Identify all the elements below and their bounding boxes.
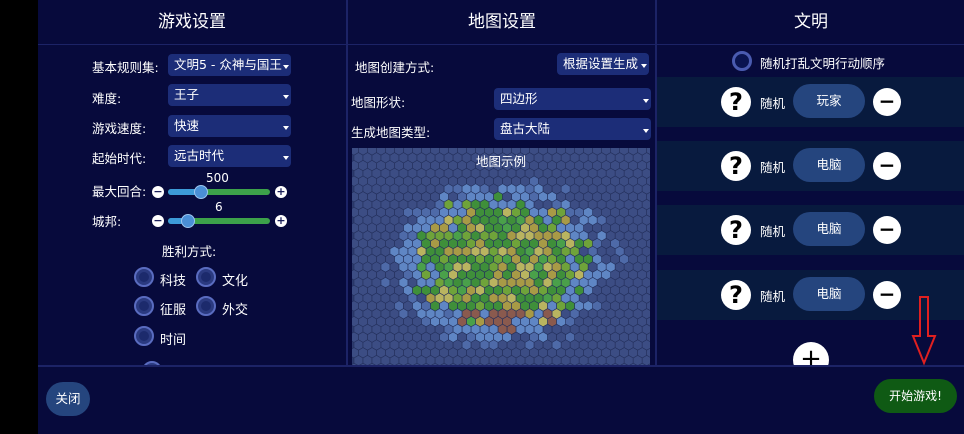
map-shape-select[interactable]: 四边形 [494,88,651,110]
max-turns-slider-handle[interactable] [194,185,208,199]
game-setup-screen: 游戏设置 地图设置 文明 基本规则集: 文明5 - 众神与国王 难度: 王子 游… [38,0,964,434]
player-type-button[interactable]: 电脑 [793,277,865,311]
civ-name: 随机 [760,160,786,175]
remove-player-button[interactable]: − [873,88,901,116]
map-type-value: 盘古大陆 [500,121,551,136]
victory-option-label: 征服 [160,303,187,318]
radio-icon [732,51,752,71]
civ-name: 随机 [760,224,786,239]
speed-label: 游戏速度: [92,121,147,136]
player-type-button[interactable]: 电脑 [793,148,865,182]
radio-icon [134,267,154,287]
game-settings-title: 游戏设置 [158,12,226,32]
ruleset-select[interactable]: 文明5 - 众神与国王 [168,54,291,76]
map-preview: 地图示例 [352,148,650,365]
player-type-button[interactable]: 玩家 [793,84,865,118]
radio-icon [196,267,216,287]
civ-row: ? 随机 电脑 − [657,141,964,191]
ruleset-label: 基本规则集: [92,60,159,75]
city-states-label: 城邦: [92,214,122,229]
question-mark-icon[interactable]: ? [721,87,751,117]
map-preview-hexes [352,148,650,365]
shuffle-civ-order-label: 随机打乱文明行动顺序 [760,56,886,71]
start-game-button[interactable]: 开始游戏! [874,379,957,413]
footer-bar: 关闭 开始游戏! [38,365,964,434]
era-label: 起始时代: [92,151,147,166]
city-states-value: 6 [215,200,223,214]
chevron-down-icon [283,156,289,160]
map-type-select[interactable]: 盘古大陆 [494,118,651,140]
chevron-down-icon [641,64,647,68]
question-mark-icon[interactable]: ? [721,215,751,245]
remove-player-button[interactable]: − [873,281,901,309]
map-shape-value: 四边形 [500,91,538,106]
civ-row: ? 随机 玩家 − [657,77,964,127]
map-creation-value: 根据设置生成 [563,56,639,71]
question-mark-icon[interactable]: ? [721,280,751,310]
column-divider [346,0,348,365]
player-type-button[interactable]: 电脑 [793,212,865,246]
map-shape-label: 地图形状: [351,95,406,110]
city-states-increase[interactable]: + [275,215,287,227]
header-divider [38,44,964,45]
chevron-down-icon [283,95,289,99]
chevron-down-icon [283,65,289,69]
city-states-decrease[interactable]: − [152,215,164,227]
map-settings-title: 地图设置 [468,12,536,32]
civ-row: ? 随机 电脑 − [657,205,964,255]
speed-select[interactable]: 快速 [168,115,291,137]
era-select[interactable]: 远古时代 [168,145,291,167]
remove-player-button[interactable]: − [873,216,901,244]
victory-option-label: 时间 [160,333,187,348]
remove-player-button[interactable]: − [873,152,901,180]
chevron-down-icon [643,129,649,133]
difficulty-select[interactable]: 王子 [168,84,291,106]
red-arrow-annotation [911,296,937,366]
victory-option-label: 科技 [160,274,187,289]
radio-icon [196,296,216,316]
max-turns-decrease[interactable]: − [152,186,164,198]
era-value: 远古时代 [174,148,225,163]
map-creation-label: 地图创建方式: [355,60,435,75]
victory-label: 胜利方式: [162,244,217,259]
map-creation-select[interactable]: 根据设置生成 [557,53,649,75]
speed-value: 快速 [174,118,200,133]
max-turns-increase[interactable]: + [275,186,287,198]
radio-icon [134,326,154,346]
victory-option-label: 文化 [222,274,249,289]
question-mark-icon[interactable]: ? [721,151,751,181]
civ-name: 随机 [760,289,786,304]
difficulty-label: 难度: [92,91,122,106]
ruleset-value: 文明5 - 众神与国王 [174,57,282,72]
close-button[interactable]: 关闭 [46,382,90,416]
difficulty-value: 王子 [174,87,200,102]
max-turns-label: 最大回合: [92,184,147,199]
max-turns-value: 500 [206,171,229,185]
civ-name: 随机 [760,96,786,111]
chevron-down-icon [643,99,649,103]
chevron-down-icon [283,126,289,130]
map-preview-label: 地图示例 [475,154,526,169]
map-type-label: 生成地图类型: [351,125,431,140]
city-states-slider-handle[interactable] [181,214,195,228]
civs-title: 文明 [794,12,828,32]
victory-option-label: 外交 [222,303,249,318]
radio-icon [134,296,154,316]
